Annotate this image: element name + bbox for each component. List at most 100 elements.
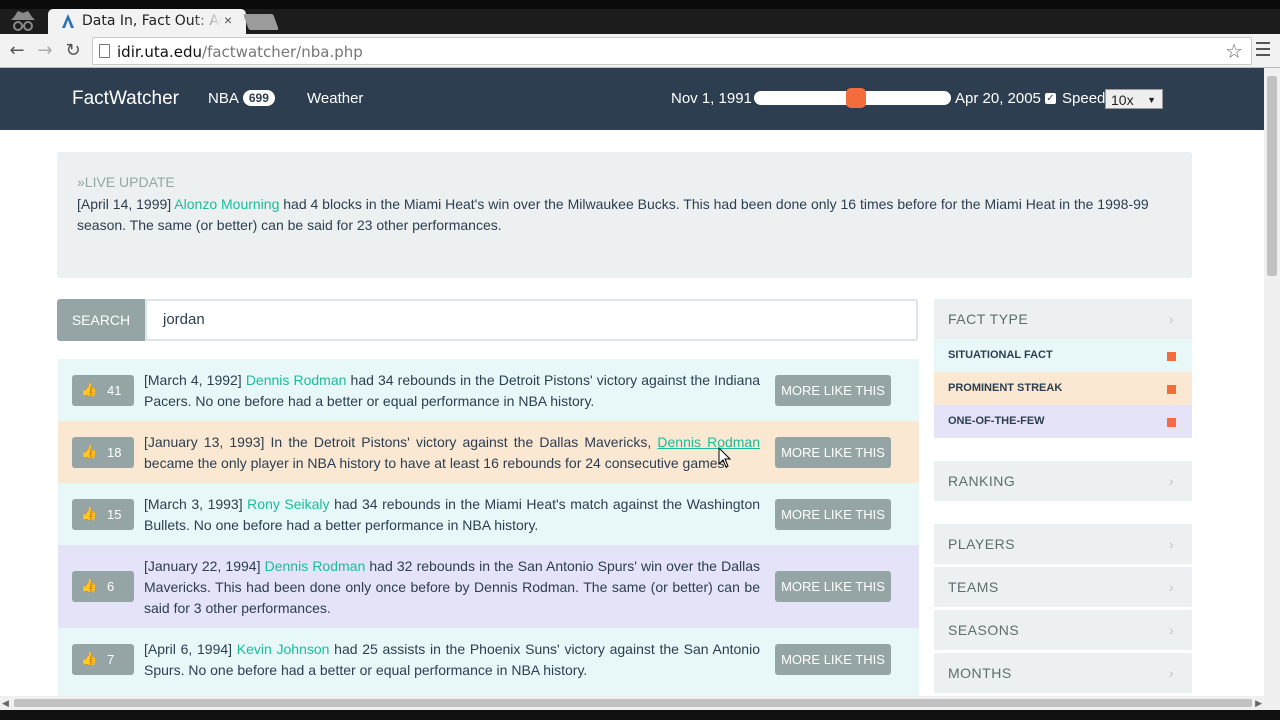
vertical-scrollbar[interactable] [1264,68,1280,696]
fact-type-prominent-label: PROMINENT STREAK [948,382,1063,394]
bookmark-star-icon[interactable]: ☆ [1225,39,1243,64]
fact-row: 👍 15 [March 3, 1993] Rony Seikaly had 34 … [58,483,919,545]
months-panel-header[interactable]: MONTHS › [934,653,1192,693]
fact-text: [April 6, 1994] Kevin Johnson had 25 ass… [144,639,760,681]
fact-type-situational[interactable]: SITUATIONAL FACT [934,339,1192,372]
live-update-heading: »LIVE UPDATE [77,174,175,190]
fact-body: became the only player in NBA history to… [144,455,729,471]
like-count: 15 [107,507,122,522]
like-count: 6 [107,579,115,594]
like-count: 7 [107,652,115,667]
page-icon [99,44,110,58]
page-viewport: FactWatcher NBA 699 Weather Nov 1, 1991 A… [0,68,1264,696]
speed-checkbox[interactable]: ✓ [1045,93,1056,104]
more-like-this-button[interactable]: MORE LIKE THIS [775,571,891,602]
like-count: 41 [107,383,122,398]
reload-icon[interactable]: ↻ [62,40,84,62]
thumbs-up-icon: 👍 [81,444,98,459]
ranking-label: RANKING [948,473,1016,489]
fact-text: [March 3, 1993] Rony Seikaly had 34 rebo… [144,494,760,536]
date-range-end: Apr 20, 2005 [955,90,1041,107]
browser-toolbar: ← → ↻ idir.uta.edu/factwatcher/nba.php ☆ [0,34,1280,68]
chevron-right-icon: › [1168,536,1174,552]
more-like-this-button[interactable]: MORE LIKE THIS [775,499,891,530]
fact-date: [January 13, 1993] In the Detroit Piston… [144,434,652,450]
scroll-right-arrow-icon[interactable]: ▶ [1255,698,1262,709]
tab-close-icon[interactable]: × [224,12,232,28]
fact-date: [March 3, 1993] [144,496,243,512]
address-bar[interactable]: idir.uta.edu/factwatcher/nba.php ☆ [92,37,1252,65]
like-button[interactable]: 👍 15 [72,499,134,530]
fact-text: [March 4, 1992] Dennis Rodman had 34 reb… [144,370,760,412]
thumbs-up-icon: 👍 [81,382,98,397]
fact-player-link[interactable]: Dennis Rodman [246,372,347,388]
dropdown-arrow-icon: ▼ [1147,95,1156,105]
speed-label: Speed [1062,90,1106,107]
forward-arrow-icon[interactable]: → [34,40,56,62]
horizontal-scrollbar-thumb[interactable] [14,699,1252,707]
brand-logo[interactable]: FactWatcher [72,88,179,110]
nav-item-nba[interactable]: NBA 699 [208,90,275,107]
more-like-this-button[interactable]: MORE LIKE THIS [775,644,891,675]
like-button[interactable]: 👍 41 [72,375,134,406]
fact-player-link[interactable]: Dennis Rodman [657,434,760,450]
players-panel-header[interactable]: PLAYERS › [934,524,1192,564]
search-input[interactable]: jordan [145,299,918,341]
nav-item-weather[interactable]: Weather [307,90,363,107]
tab-active[interactable]: Data In, Fact Out: Au × [48,9,246,34]
browser-chrome: Data In, Fact Out: Au × ← → ↻ idir.uta.e… [0,0,1280,68]
fact-row: 👍 6 [January 22, 1994] Dennis Rodman had … [58,545,919,628]
fact-player-link[interactable]: Rony Seikaly [247,496,329,512]
new-tab-button[interactable] [243,14,279,30]
site-navbar: FactWatcher NBA 699 Weather Nov 1, 1991 A… [0,68,1264,130]
fact-type-situational-label: SITUATIONAL FACT [948,349,1053,361]
chevron-right-icon: › [1168,622,1174,638]
fact-type-prominent[interactable]: PROMINENT STREAK [934,372,1192,405]
back-arrow-icon[interactable]: ← [6,40,28,62]
search-button[interactable]: SEARCH [57,299,145,341]
players-label: PLAYERS [948,536,1016,552]
date-slider[interactable] [754,88,951,108]
like-button[interactable]: 👍 6 [72,571,134,602]
vertical-scrollbar-thumb[interactable] [1267,76,1277,276]
fact-type-one-of-the-few[interactable]: ONE-OF-THE-FEW [934,405,1192,438]
like-button[interactable]: 👍 7 [72,644,134,675]
browser-menu-icon[interactable] [1256,42,1270,58]
like-count: 18 [107,445,122,460]
legend-square-icon [1167,385,1176,394]
fact-row: 👍 41 [March 4, 1992] Dennis Rodman had 34… [58,359,919,421]
seasons-panel-header[interactable]: SEASONS › [934,610,1192,650]
url-host: idir.uta.edu [117,43,203,61]
nav-nba-label: NBA [208,90,239,107]
window-bottom-edge [0,710,1280,720]
ranking-panel-header[interactable]: RANKING › [934,461,1192,501]
tab-strip: Data In, Fact Out: Au × [0,0,1280,34]
thumbs-up-icon: 👍 [81,506,98,521]
url-text: idir.uta.edu/factwatcher/nba.php [117,43,363,61]
seasons-label: SEASONS [948,622,1020,638]
horizontal-scrollbar[interactable]: ◀ ▶ [0,696,1280,710]
fact-player-link[interactable]: Kevin Johnson [237,641,330,657]
legend-square-icon [1167,352,1176,361]
fact-text: [January 13, 1993] In the Detroit Piston… [144,432,760,474]
speed-select-value: 10x [1111,92,1134,108]
more-like-this-button[interactable]: MORE LIKE THIS [775,375,891,406]
speed-select[interactable]: 10x ▼ [1105,89,1163,109]
current-date-label: Apr 17, 1999 [776,112,857,128]
fact-type-panel-header[interactable]: FACT TYPE › [934,299,1192,339]
date-slider-handle[interactable] [846,88,866,108]
more-like-this-button[interactable]: MORE LIKE THIS [775,437,891,468]
live-update-player-link[interactable]: Alonzo Mourning [174,196,279,212]
window-top-band [0,0,1280,9]
fact-date: [March 4, 1992] [144,372,242,388]
nba-count-badge: 699 [242,90,275,106]
fact-player-link[interactable]: Dennis Rodman [265,558,366,574]
site-favicon-icon [62,14,74,28]
chevron-right-icon: › [1168,311,1174,327]
fact-type-label: FACT TYPE [948,311,1029,327]
like-button[interactable]: 👍 18 [72,437,134,468]
teams-panel-header[interactable]: TEAMS › [934,567,1192,607]
mouse-cursor-icon [718,447,732,468]
scroll-left-arrow-icon[interactable]: ◀ [2,698,9,709]
live-update-panel: »LIVE UPDATE [April 14, 1999] Alonzo Mou… [57,152,1192,278]
